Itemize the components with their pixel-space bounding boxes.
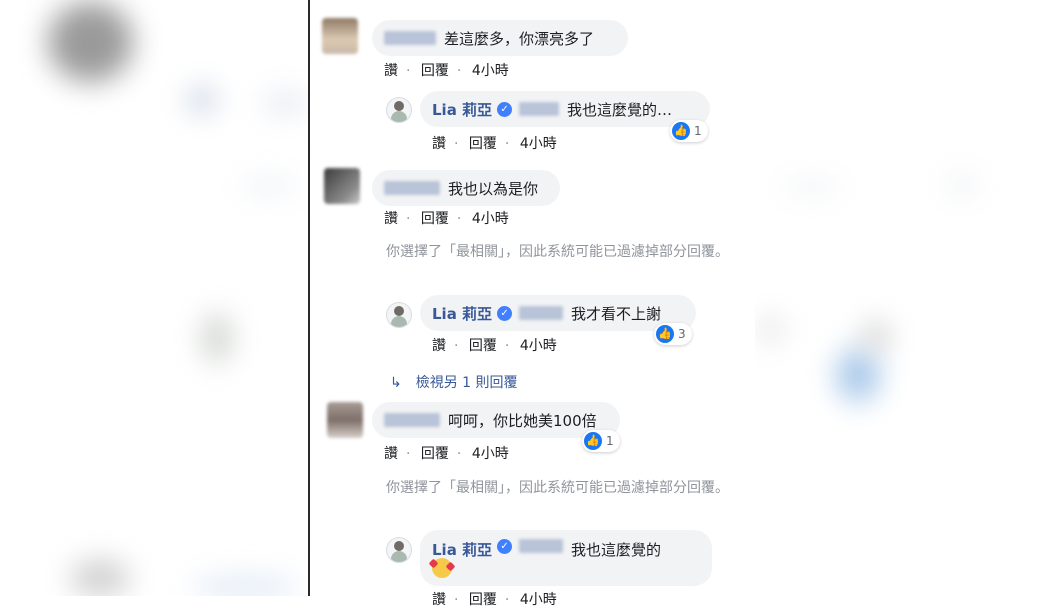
reaction-count[interactable]: 👍 3 xyxy=(654,323,692,345)
blurred-mention[interactable] xyxy=(519,306,564,320)
reply-link[interactable]: 回覆 xyxy=(421,211,449,227)
comment-actions: 讚 · 回覆 · 4小時 xyxy=(432,136,557,152)
smiling-face-with-hearts-icon xyxy=(428,558,456,578)
verified-check-icon: ✓ xyxy=(497,539,513,554)
comment-text: 我也這麼覺的 xyxy=(571,541,662,559)
author-name[interactable]: Lia 莉亞 xyxy=(432,99,492,120)
lia-avatar[interactable] xyxy=(386,537,412,563)
comment-actions: 讚 · 回覆 · 4小時 xyxy=(432,592,557,608)
like-link[interactable]: 讚 xyxy=(432,338,446,354)
thumbs-up-icon: 👍 xyxy=(672,122,690,140)
thumbs-up-icon: 👍 xyxy=(656,325,674,343)
comment-text: 我也以為是你 xyxy=(448,179,539,198)
like-link[interactable]: 讚 xyxy=(432,592,446,608)
comment-text: 差這麼多，你漂亮多了 xyxy=(444,29,595,48)
blurred-mention[interactable] xyxy=(519,102,560,116)
reply-link[interactable]: 回覆 xyxy=(469,592,497,608)
like-link[interactable]: 讚 xyxy=(384,63,398,79)
comment-text: 我也這麼覺的… xyxy=(567,100,673,119)
like-link[interactable]: 讚 xyxy=(432,136,446,152)
like-link[interactable]: 讚 xyxy=(384,446,398,462)
lia-avatar[interactable] xyxy=(386,97,412,123)
reaction-count[interactable]: 👍 1 xyxy=(582,430,620,452)
thumbs-up-icon: 👍 xyxy=(584,432,602,450)
timestamp[interactable]: 4小時 xyxy=(472,446,509,462)
filter-notice: 你選擇了「最相關」，因此系統可能已過濾掉部分回覆。 xyxy=(386,244,729,260)
timestamp[interactable]: 4小時 xyxy=(472,63,509,79)
blurred-mention[interactable] xyxy=(519,539,564,553)
timestamp[interactable]: 4小時 xyxy=(472,211,509,227)
comment-actions: 讚 · 回覆 · 4小時 xyxy=(384,211,509,227)
blurred-commenter-name[interactable] xyxy=(384,31,436,45)
reply-arrow-icon: ↳ xyxy=(390,375,402,391)
view-more-replies-link[interactable]: ↳ 檢視另 1 則回覆 xyxy=(390,372,518,392)
comment-bubble: 我也以為是你 xyxy=(372,170,560,206)
verified-check-icon: ✓ xyxy=(497,101,513,117)
commenter-avatar[interactable] xyxy=(327,402,363,438)
author-name[interactable]: Lia 莉亞 xyxy=(432,539,492,560)
reply-link[interactable]: 回覆 xyxy=(421,446,449,462)
comment-actions: 讚 · 回覆 · 4小時 xyxy=(384,446,509,462)
timestamp[interactable]: 4小時 xyxy=(520,592,557,608)
verified-check-icon: ✓ xyxy=(497,305,513,321)
blurred-commenter-name[interactable] xyxy=(384,181,440,195)
reply-bubble: Lia 莉亞 ✓ 我才看不上謝 xyxy=(420,295,696,331)
comment-bubble: 呵呵，你比她美100倍 xyxy=(372,402,620,438)
timestamp[interactable]: 4小時 xyxy=(520,338,557,354)
comment-actions: 讚 · 回覆 · 4小時 xyxy=(384,63,509,79)
comment-text: 呵呵，你比她美100倍 xyxy=(448,411,597,430)
reply-link[interactable]: 回覆 xyxy=(421,63,449,79)
author-name[interactable]: Lia 莉亞 xyxy=(432,303,492,324)
lia-avatar[interactable] xyxy=(386,302,412,328)
commenter-avatar[interactable] xyxy=(322,18,358,54)
timestamp[interactable]: 4小時 xyxy=(520,136,557,152)
like-link[interactable]: 讚 xyxy=(384,211,398,227)
filter-notice: 你選擇了「最相關」，因此系統可能已過濾掉部分回覆。 xyxy=(386,480,729,496)
commenter-avatar[interactable] xyxy=(324,168,360,204)
blurred-commenter-name[interactable] xyxy=(384,413,440,427)
reaction-count[interactable]: 👍 1 xyxy=(670,120,708,142)
reply-bubble: Lia 莉亞 ✓ 我也這麼覺的… xyxy=(420,91,710,127)
comment-text: 我才看不上謝 xyxy=(571,304,662,323)
comment-bubble: 差這麼多，你漂亮多了 xyxy=(372,20,628,56)
reply-link[interactable]: 回覆 xyxy=(469,338,497,354)
reply-bubble: Lia 莉亞 ✓ 我也這麼覺的 xyxy=(420,530,712,586)
comment-actions: 讚 · 回覆 · 4小時 xyxy=(432,338,557,354)
reply-link[interactable]: 回覆 xyxy=(469,136,497,152)
